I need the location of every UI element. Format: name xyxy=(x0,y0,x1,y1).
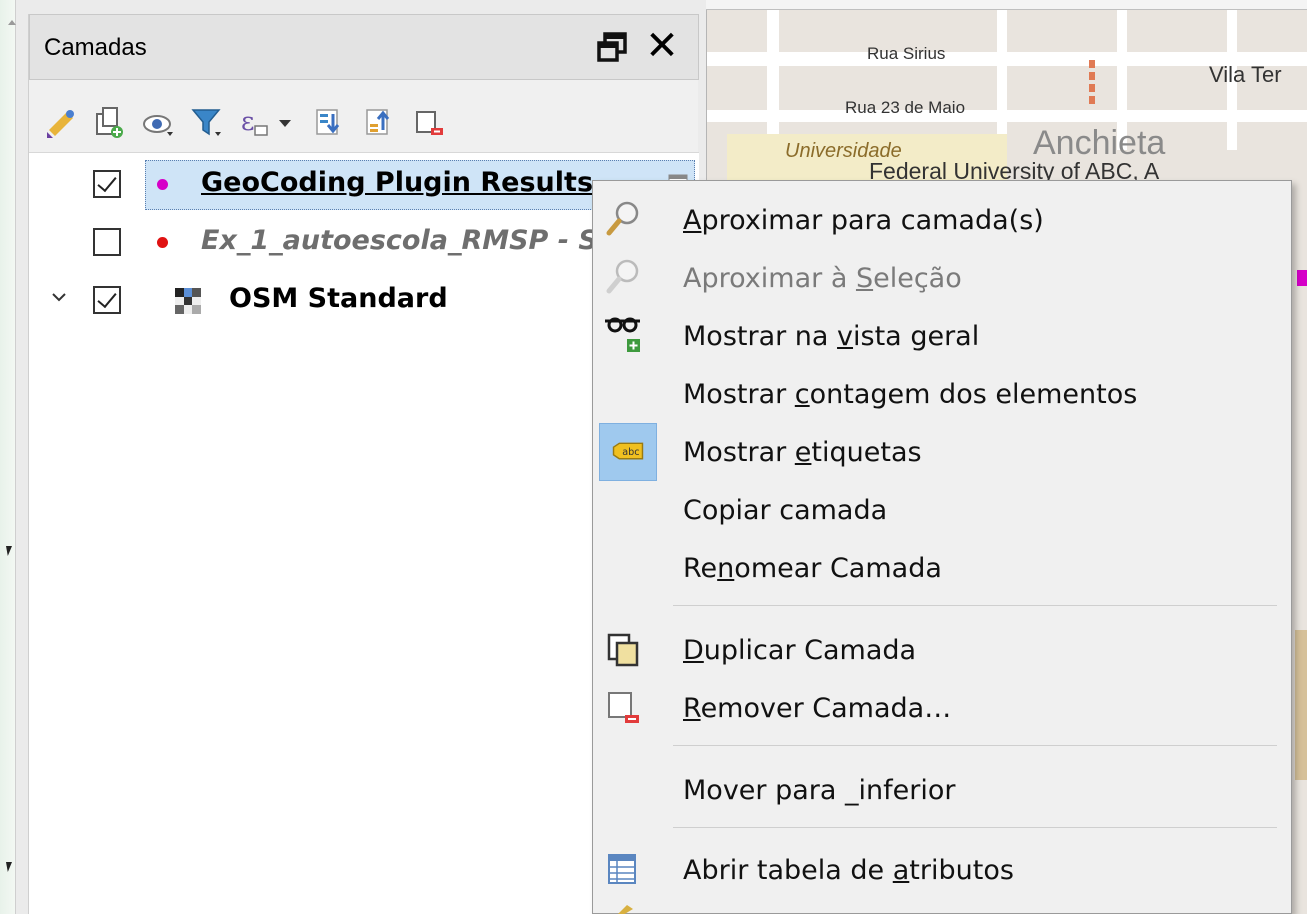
menu-item-label: Duplicar Camada xyxy=(683,635,917,666)
duplicate-layer-icon xyxy=(607,633,639,667)
add-group-icon[interactable] xyxy=(91,102,127,142)
map-label-street: Rua 23 de Maio xyxy=(845,98,966,117)
point-symbol-icon xyxy=(157,237,168,248)
zoom-to-layer-icon xyxy=(606,201,639,236)
raster-layer-icon xyxy=(175,288,201,314)
menu-item-label: Abrir tabela de atributos xyxy=(683,855,1014,886)
menu-item-label: Copiar camada xyxy=(683,495,888,526)
menu-item-open-attribute-table[interactable]: Abrir tabela de atributos xyxy=(593,841,1291,899)
map-road xyxy=(997,10,1007,150)
edit-icon xyxy=(618,905,633,914)
menu-item-show-in-overview[interactable]: Mostrar na vista geral xyxy=(593,307,1291,365)
map-path xyxy=(1089,60,1095,106)
filter-expression-icon[interactable]: ε xyxy=(237,102,273,142)
menu-item-show-labels[interactable]: abc Mostrar etiquetas xyxy=(593,423,1291,481)
layer-label: Ex_1_autoescola_RMSP - Sh xyxy=(201,225,618,256)
panel-title: Camadas xyxy=(44,34,147,61)
map-label-street: Rua Sirius xyxy=(867,44,946,63)
map-area xyxy=(1295,630,1307,780)
zoom-to-selection-icon xyxy=(606,259,639,294)
layer-visibility-checkbox[interactable] xyxy=(93,286,121,314)
layer-visibility-checkbox[interactable] xyxy=(93,228,121,256)
point-symbol-icon xyxy=(157,179,168,190)
filter-legend-icon[interactable] xyxy=(189,102,225,142)
menu-separator xyxy=(673,605,1277,606)
visibility-icon[interactable] xyxy=(141,102,177,142)
menu-item-label: Aproximar para camada(s) xyxy=(683,205,1044,236)
layer-context-menu: Aproximar para camada(s) Aproximar à Sel… xyxy=(592,180,1292,914)
menu-separator xyxy=(673,827,1277,828)
edge-marker-icon xyxy=(6,546,12,556)
layers-toolbar: ε xyxy=(43,102,683,148)
dropdown-arrow-icon[interactable] xyxy=(275,102,299,142)
menu-item-copy-layer[interactable]: Copiar camada xyxy=(593,481,1291,539)
svg-text:ε: ε xyxy=(241,107,254,137)
labels-icon: abc xyxy=(599,423,657,481)
menu-item-duplicate-layer[interactable]: Duplicar Camada xyxy=(593,621,1291,679)
float-panel-icon[interactable] xyxy=(596,31,628,63)
collapse-all-icon[interactable] xyxy=(361,102,397,142)
close-panel-button[interactable]: ✕ xyxy=(644,26,680,66)
remove-layer-icon xyxy=(608,692,639,723)
svg-text:abc: abc xyxy=(622,447,639,458)
scroll-up-arrow-icon[interactable] xyxy=(8,20,16,25)
menu-item-rename-layer[interactable]: Renomear Camada xyxy=(593,539,1291,597)
style-manager-icon[interactable] xyxy=(43,102,79,142)
menu-separator xyxy=(673,745,1277,746)
layer-label: GeoCoding Plugin Results xyxy=(201,167,594,198)
menu-item-zoom-to-layer[interactable]: Aproximar para camada(s) xyxy=(593,191,1291,249)
menu-item-label: Renomear Camada xyxy=(683,553,942,584)
menu-item-label: Aproximar à Seleção xyxy=(683,263,962,294)
menu-item-label: Remover Camada… xyxy=(683,693,952,724)
menu-item-label: Mostrar na vista geral xyxy=(683,321,980,352)
expand-all-icon[interactable] xyxy=(311,102,347,142)
layer-visibility-checkbox[interactable] xyxy=(93,170,121,198)
window-edge xyxy=(0,0,16,914)
map-frame-top xyxy=(706,0,1307,10)
remove-layer-icon[interactable] xyxy=(411,102,447,142)
attribute-table-icon xyxy=(608,854,636,884)
layer-label: OSM Standard xyxy=(229,283,448,314)
menu-item-remove-layer[interactable]: Remover Camada… xyxy=(593,679,1291,737)
menu-item-move-to-bottom[interactable]: Mover para _inferior xyxy=(593,761,1291,819)
map-label-district: Vila Ter xyxy=(1209,62,1282,87)
map-road xyxy=(767,10,779,150)
panel-title-bar: Camadas ✕ xyxy=(29,14,699,80)
map-road xyxy=(707,110,1307,122)
menu-item-zoom-to-selection[interactable]: Aproximar à Seleção xyxy=(593,249,1291,307)
menu-item-label: Mostrar etiquetas xyxy=(683,437,922,468)
menu-item-label: Mover para _inferior xyxy=(683,775,956,806)
menu-item-label: Mostrar contagem dos elementos xyxy=(683,379,1138,410)
edge-marker-icon xyxy=(6,862,12,872)
chevron-down-icon[interactable] xyxy=(51,289,67,305)
menu-item-show-feature-count[interactable]: Mostrar contagem dos elementos xyxy=(593,365,1291,423)
map-point-marker xyxy=(1297,270,1307,286)
overview-icon xyxy=(605,317,640,352)
